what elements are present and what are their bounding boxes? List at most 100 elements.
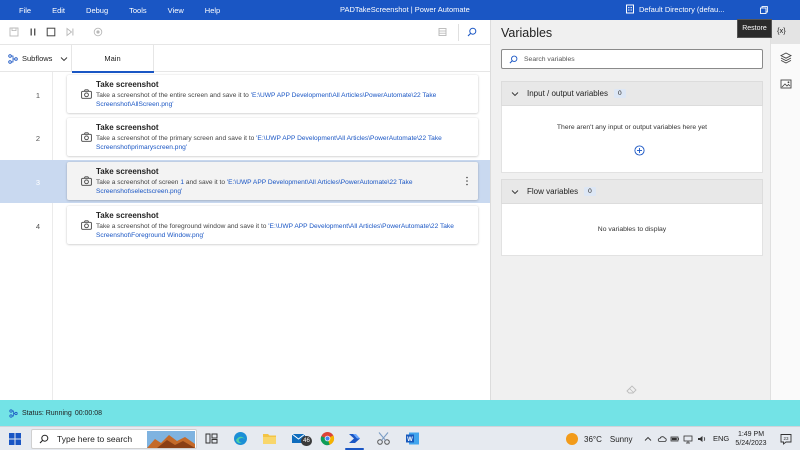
io-variables-label: Input / output variables [527, 89, 608, 98]
toolbar-divider [458, 24, 459, 41]
search-highlight-image [147, 431, 195, 448]
chevron-down-icon [511, 91, 519, 96]
clock-date: 5/24/2023 [735, 440, 767, 447]
camera-icon [81, 89, 92, 99]
chevron-down-icon [61, 56, 68, 61]
menu-debug[interactable]: Debug [86, 6, 108, 15]
action-card[interactable]: Take screenshot Take a screenshot of the… [67, 206, 478, 244]
action-card[interactable]: Take screenshot Take a screenshot of the… [67, 118, 478, 156]
directory-label: Default Directory (defau... [639, 4, 725, 14]
action-number: 1 [35, 91, 40, 100]
run-next-icon[interactable] [65, 27, 75, 37]
task-view-icon[interactable] [204, 431, 219, 446]
menu-tools[interactable]: Tools [129, 6, 147, 15]
power-automate-icon[interactable] [347, 431, 362, 446]
action-number: 3 [35, 178, 40, 187]
action-desc-text: Take a screenshot of the primary screen … [96, 135, 257, 142]
tab-main-label: Main [104, 54, 121, 63]
weather-condition: Sunny [609, 434, 633, 444]
action-desc-text: Take a screenshot of the entire screen a… [96, 92, 251, 99]
taskbar-search[interactable]: Type here to search [31, 429, 197, 449]
variables-title: Variables [501, 26, 553, 40]
record-icon[interactable] [93, 27, 103, 37]
side-rail: {x} [770, 20, 800, 400]
tab-main[interactable]: Main [72, 45, 154, 73]
ui-elements-icon[interactable] [438, 27, 448, 37]
notifications-icon[interactable]: 23 [780, 433, 792, 445]
action-title: Take screenshot [96, 80, 159, 89]
sun-icon [566, 433, 578, 445]
action-description: Take a screenshot of the foreground wind… [96, 222, 466, 241]
action-title: Take screenshot [96, 211, 159, 220]
action-card[interactable]: Take screenshot Take a screenshot of scr… [67, 162, 478, 200]
action-card[interactable]: Take screenshot Take a screenshot of the… [67, 75, 478, 113]
io-variables-header[interactable]: Input / output variables 0 [501, 81, 763, 106]
svg-text:W: W [407, 437, 413, 443]
taskbar: Type here to search 46 W 36°C Sunny ENG … [0, 426, 800, 450]
network-icon[interactable] [683, 434, 693, 444]
search-icon[interactable] [467, 27, 477, 37]
add-circle-icon[interactable] [634, 145, 645, 156]
more-options-icon[interactable] [465, 176, 469, 186]
search-icon [39, 434, 49, 444]
volume-icon[interactable] [697, 434, 707, 444]
window-title: PADTakeScreenshot | Power Automate [340, 5, 470, 14]
action-desc-text: and save it to [183, 179, 227, 186]
variables-search-input[interactable] [524, 53, 754, 66]
mail-badge: 46 [301, 436, 312, 446]
snipping-tool-icon[interactable] [376, 431, 391, 446]
action-description: Take a screenshot of the entire screen a… [96, 91, 466, 110]
toolbar [0, 20, 490, 45]
io-variables-count: 0 [613, 89, 626, 98]
action-description: Take a screenshot of screen 1 and save i… [96, 178, 466, 197]
stop-icon[interactable] [46, 27, 56, 37]
menu-bar: File Edit Debug Tools View Help [0, 0, 241, 20]
chevron-up-icon[interactable] [643, 434, 653, 444]
chevron-down-icon [511, 189, 519, 194]
action-number: 4 [35, 222, 40, 231]
restore-tooltip: Restore [737, 19, 772, 38]
action-row[interactable]: 1 Take screenshot Take a screenshot of t… [0, 73, 490, 116]
variables-pane: Variables Input / output variables 0 The… [490, 20, 770, 400]
directory-selector[interactable]: Default Directory (defau... [625, 4, 724, 14]
battery-icon[interactable] [670, 434, 680, 444]
action-row-selected[interactable]: 3 Take screenshot Take a screenshot of s… [0, 160, 490, 203]
flow-variables-header[interactable]: Flow variables 0 [501, 179, 763, 204]
windows-start-icon[interactable] [9, 433, 21, 445]
menu-file[interactable]: File [19, 6, 31, 15]
variables-search[interactable] [501, 49, 763, 69]
pause-icon[interactable] [28, 27, 38, 37]
action-title: Take screenshot [96, 123, 159, 132]
menu-edit[interactable]: Edit [52, 6, 65, 15]
subflow-tabs: Subflows Main [0, 45, 490, 73]
cloud-icon[interactable] [657, 434, 667, 444]
images-icon[interactable] [780, 78, 792, 90]
subflows-dropdown[interactable]: Subflows [4, 45, 70, 72]
clock[interactable]: 1:49 PM 5/24/2023 [733, 430, 769, 448]
word-icon[interactable]: W [405, 431, 420, 446]
language-indicator[interactable]: ENG [713, 434, 729, 443]
running-status-icon [9, 408, 18, 418]
chrome-icon[interactable] [320, 431, 335, 446]
save-icon[interactable] [9, 27, 19, 37]
action-desc-text: Take a screenshot of the foreground wind… [96, 223, 269, 230]
subflows-label: Subflows [22, 54, 53, 63]
weather-widget[interactable]: 36°C Sunny [566, 433, 633, 445]
restore-icon[interactable] [760, 6, 768, 14]
weather-temperature: 36°C [584, 434, 602, 444]
action-number: 2 [35, 134, 40, 143]
rail-variables-button[interactable]: {x} [771, 20, 800, 44]
status-text: Status: Running [22, 409, 72, 417]
menu-help[interactable]: Help [205, 6, 220, 15]
action-title: Take screenshot [96, 167, 159, 176]
action-row[interactable]: 2 Take screenshot Take a screenshot of t… [0, 116, 490, 159]
search-icon [509, 55, 518, 64]
action-row[interactable]: 4 Take screenshot Take a screenshot of t… [0, 204, 490, 247]
flow-variables-body: No variables to display [501, 204, 763, 256]
flow-variables-count: 0 [584, 187, 596, 196]
ui-elements-icon[interactable] [780, 52, 792, 64]
edge-icon[interactable] [233, 431, 248, 446]
menu-view[interactable]: View [168, 6, 184, 15]
file-explorer-icon[interactable] [262, 431, 277, 446]
eraser-icon[interactable] [626, 384, 638, 394]
